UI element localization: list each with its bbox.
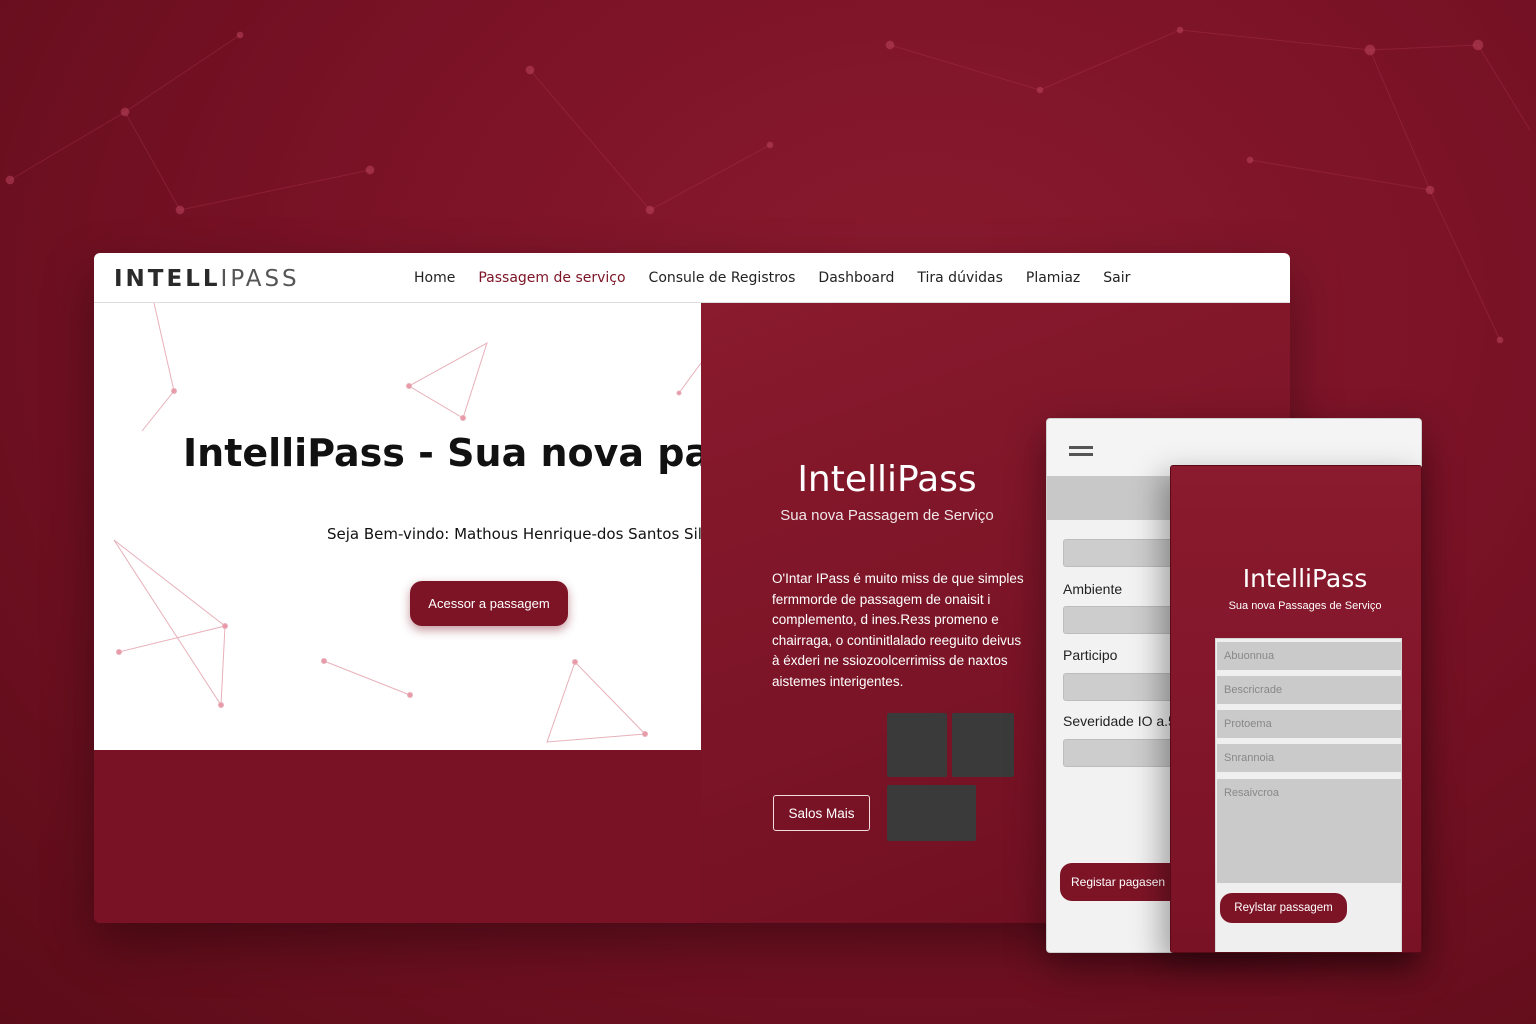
logo-bold-text: INTELL [114,266,221,292]
nav-dashboard[interactable]: Dashboard [818,270,894,286]
mobile-form-card: Abuonnua Bescricrade Protoema Snrannoia … [1215,638,1402,952]
form-field-2[interactable]: Bescricrade [1217,676,1401,704]
nav-tira-duvidas[interactable]: Tira dúvidas [917,270,1003,286]
nav-sair[interactable]: Sair [1103,270,1130,286]
mobile-mockup-register: IntelliPass Sua nova Passages de Serviço… [1170,465,1422,953]
panel-title: IntelliPass [797,459,977,500]
mobile-title: IntelliPass [1242,564,1368,593]
logo-light-text: IPASS [220,266,300,292]
form-field-4[interactable]: Snrannoia [1217,744,1401,772]
registrar-passagem-mobile-button[interactable]: Reylstar passagem [1220,893,1347,923]
ambiente-label: Ambiente [1063,581,1123,597]
nav-home[interactable]: Home [414,270,455,286]
form-field-3[interactable]: Protoema [1217,710,1401,738]
nav-passagem-servico[interactable]: Passagem de serviço [478,270,625,286]
hamburger-icon[interactable] [1069,446,1093,460]
form-field-1[interactable]: Abuonnua [1217,642,1401,670]
nav-plamiaz[interactable]: Plamiaz [1026,270,1080,286]
brand-logo[interactable]: INTELLIPASS [114,266,300,292]
feature-tile-2 [952,713,1014,777]
severidade-label: Severidade IO a.5l [1063,713,1179,729]
saiba-mais-button[interactable]: Salos Mais [773,795,870,831]
panel-subtitle: Sua nova Passagem de Serviço [780,507,994,524]
participo-label: Participo [1063,647,1118,663]
welcome-message: Seja Bem-vindo: Mathous Henrique-dos San… [327,525,701,543]
hero-title: IntelliPass - Sua nova passage [183,431,701,475]
main-nav: Home Passagem de serviço Consule de Regi… [414,253,1153,303]
feature-tile-1 [887,713,947,777]
access-passagem-button[interactable]: Acessor a passagem [410,581,568,626]
hero-section: IntelliPass - Sua nova passage Seja Bem-… [94,303,701,750]
feature-tile-3 [887,785,976,841]
hero-bottom-band [94,750,701,923]
form-textarea[interactable]: Resaivcroa [1217,779,1401,883]
nav-consule-registros[interactable]: Consule de Registros [649,270,796,286]
top-navbar: INTELLIPASS Home Passagem de serviço Con… [94,253,1290,303]
panel-description: O'Intar IPass é muito miss de que simple… [772,571,1024,689]
mobile-subtitle: Sua nova Passages de Serviço [1228,600,1382,612]
